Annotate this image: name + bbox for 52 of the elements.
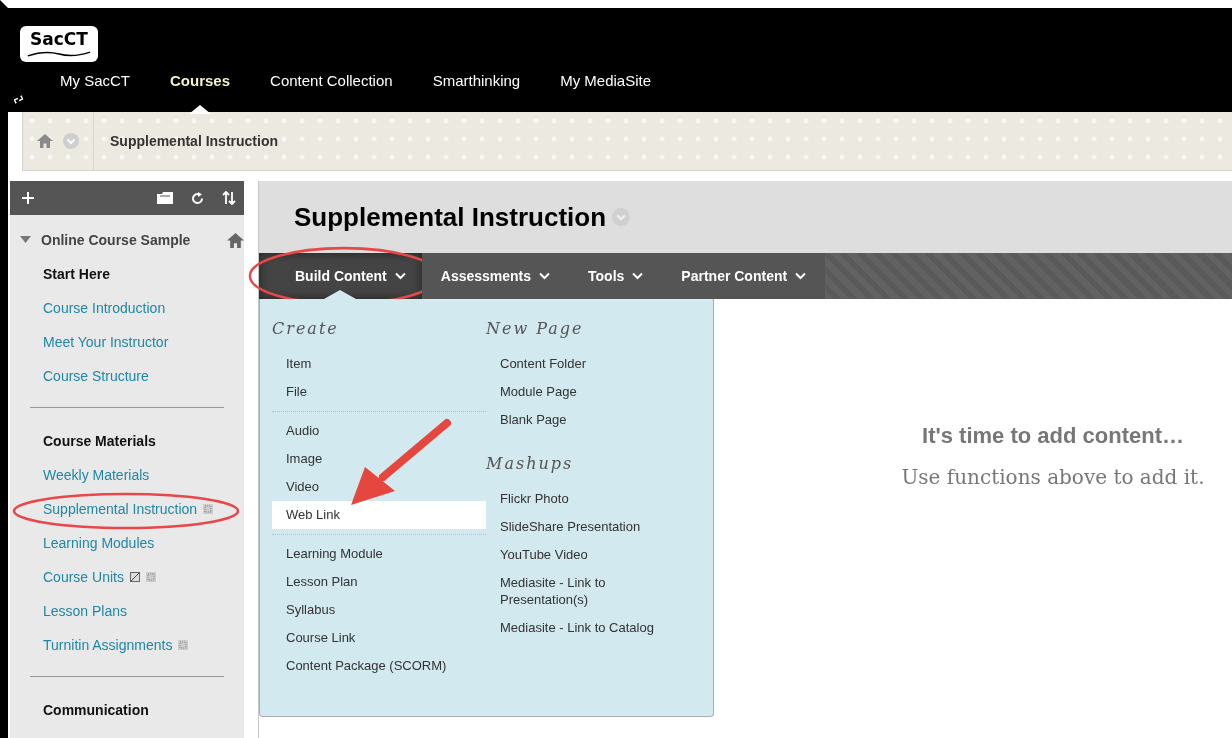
nav-tab[interactable]: Content Collection xyxy=(270,72,393,114)
menu-item[interactable]: YouTube Video xyxy=(486,541,684,569)
menu-item[interactable]: Content Package (SCORM) xyxy=(272,652,461,680)
menu-link[interactable]: Meet Your Instructor xyxy=(43,334,169,350)
folder-icon[interactable] xyxy=(157,192,173,204)
menu-item[interactable]: File xyxy=(272,378,321,406)
chevron-icon xyxy=(632,272,644,280)
menu-section-title: Mashups xyxy=(486,454,575,473)
menu-item[interactable]: Lesson Plan xyxy=(272,568,372,596)
menu-button[interactable]: Build Content xyxy=(259,253,422,299)
logo[interactable]: SacCT xyxy=(20,26,98,62)
menu-item[interactable]: Image xyxy=(272,445,337,473)
menu-item[interactable]: SlideShare Presentation xyxy=(486,513,684,541)
breadcrumb-item[interactable]: Supplemental Instruction xyxy=(110,133,278,149)
menu-item[interactable]: Mediasite - Link to Catalog xyxy=(486,614,684,642)
nav-tab[interactable]: My SacCT xyxy=(60,72,130,114)
menu-item[interactable]: Module Page xyxy=(486,378,684,406)
menu-item[interactable]: Content Folder xyxy=(486,350,684,378)
menu-item[interactable]: Flickr Photo xyxy=(486,485,684,513)
page-title: Supplemental Instruction xyxy=(294,201,607,233)
menu-item[interactable]: Item xyxy=(272,350,326,378)
collapse-icon[interactable] xyxy=(20,236,31,244)
menu-item[interactable]: Syllabus xyxy=(272,596,350,624)
empty-state-message: Use functions above to add it. xyxy=(901,465,1205,489)
chevron-icon xyxy=(539,272,551,280)
menu-link[interactable]: Course Introduction xyxy=(43,300,166,316)
menu-section-title: Create xyxy=(272,319,340,338)
section-heading: Communication xyxy=(43,702,149,718)
menu-item[interactable]: Course Link xyxy=(272,624,370,652)
menu-link[interactable]: Turnitin Assignments xyxy=(43,637,173,653)
sort-icon[interactable] xyxy=(222,191,236,205)
menu-item[interactable]: Audio xyxy=(272,417,334,445)
home-icon[interactable] xyxy=(227,232,244,248)
menu-item[interactable]: Learning Module xyxy=(272,540,397,568)
menu-item[interactable]: Web Link xyxy=(272,501,486,529)
home-icon[interactable] xyxy=(37,134,53,148)
nav-tab[interactable]: Smarthinking xyxy=(432,72,521,114)
menu-link[interactable]: Learning Modules xyxy=(43,535,155,551)
chevron-icon xyxy=(394,272,406,280)
refresh-icon[interactable] xyxy=(191,191,204,205)
menu-section-title: New Page xyxy=(486,319,585,338)
empty-state-title: It's time to add content… xyxy=(922,423,1184,449)
course-title[interactable]: Online Course Sample xyxy=(41,232,217,248)
chevron-icon xyxy=(795,272,807,280)
menu-item[interactable]: Blank Page xyxy=(486,406,684,434)
nav-tab[interactable]: My MediaSite xyxy=(560,72,652,114)
menu-link[interactable]: Lesson Plans xyxy=(43,603,128,619)
add-icon[interactable] xyxy=(22,192,34,204)
section-heading: Course Materials xyxy=(43,433,156,449)
section-heading: Start Here xyxy=(43,266,110,282)
menu-item[interactable]: Mediasite - Link to Presentation(s) xyxy=(486,569,684,614)
menu-item[interactable]: Video xyxy=(272,473,333,501)
